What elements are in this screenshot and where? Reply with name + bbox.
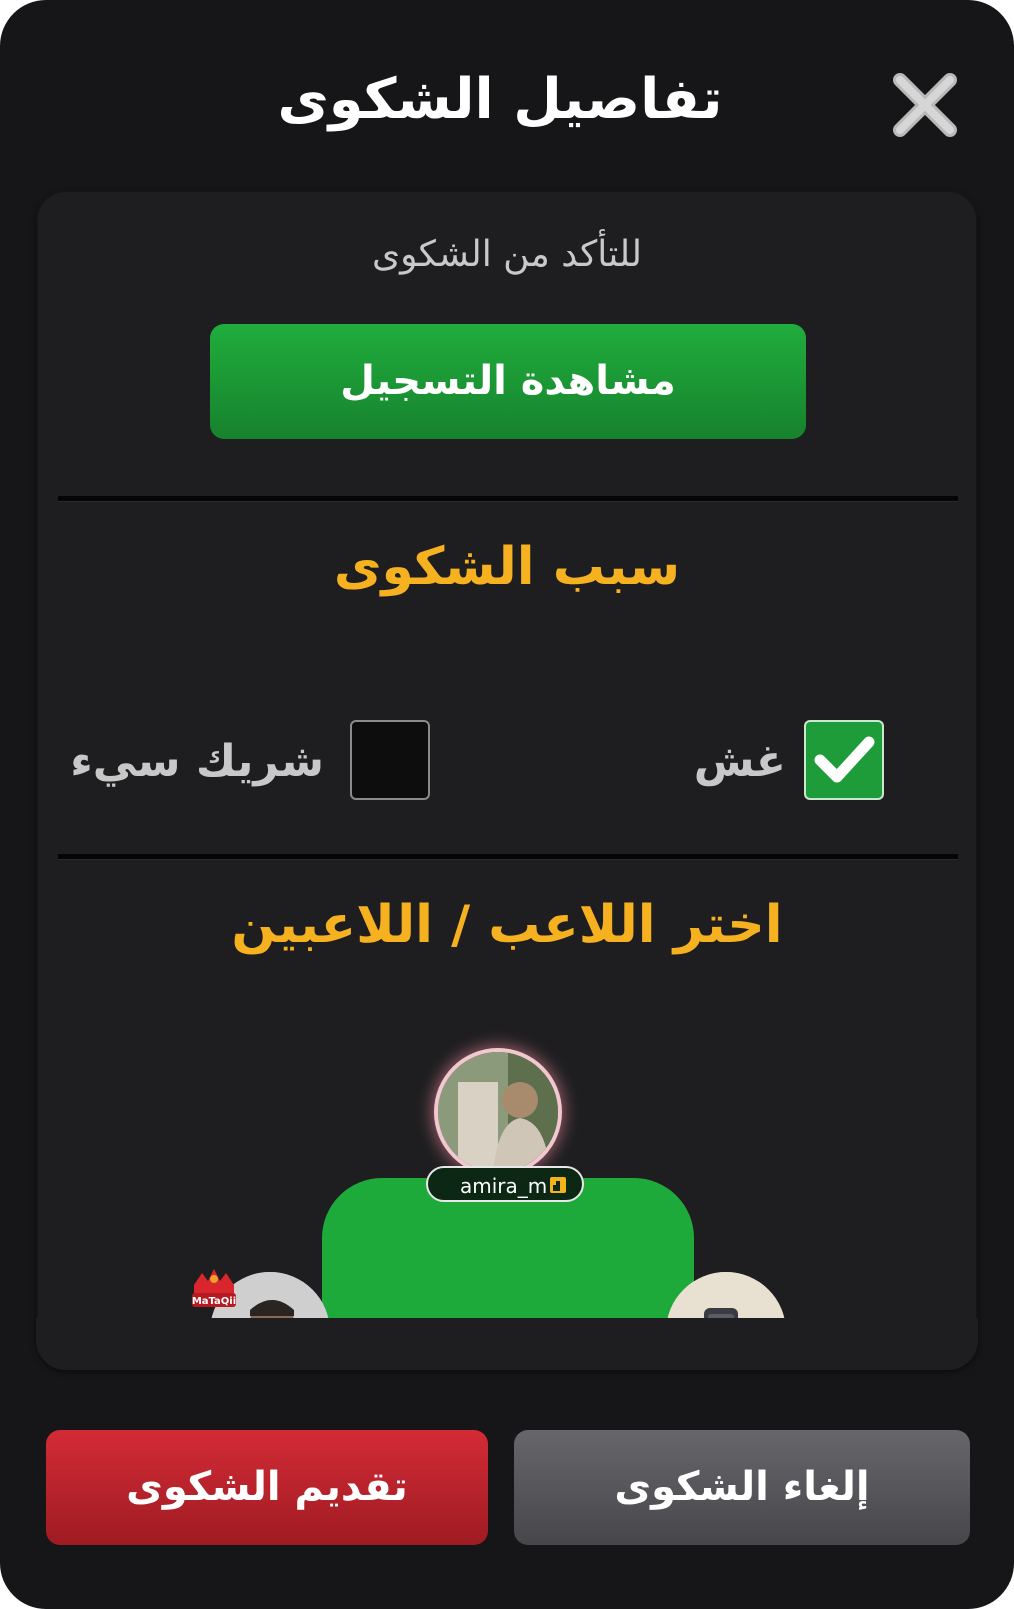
watch-recording-button[interactable]: مشاهدة التسجيل xyxy=(210,324,806,439)
checkbox-checked[interactable] xyxy=(804,720,884,800)
reason-option-bad-partner[interactable]: شريك سيء xyxy=(70,720,442,804)
checkbox-unchecked[interactable] xyxy=(350,720,430,800)
reason-label-cheating: غش xyxy=(693,736,786,787)
divider xyxy=(58,496,958,502)
mataqii-logo: MaTaQii xyxy=(190,1265,238,1313)
divider xyxy=(58,854,958,860)
dialog-title: تفاصيل الشكوى xyxy=(277,67,723,132)
id-badge-icon xyxy=(550,1177,566,1193)
cancel-complaint-button[interactable]: إلغاء الشكوى xyxy=(514,1430,970,1545)
avatar-photo xyxy=(438,1052,558,1172)
player-name: amira_m xyxy=(460,1174,548,1198)
close-x-icon xyxy=(893,73,957,137)
close-button[interactable] xyxy=(890,70,960,140)
complaint-panel: للتأكد من الشكوى مشاهدة التسجيل سبب الشك… xyxy=(36,190,978,1370)
player-name-tag[interactable]: amira_m xyxy=(426,1166,584,1202)
reason-label-bad-partner: شريك سيء xyxy=(70,736,324,787)
complaint-dialog: تفاصيل الشكوى للتأكد من الشكوى مشاهدة ال… xyxy=(0,0,1014,1609)
players-heading: اختر اللاعب / اللاعبين xyxy=(231,895,783,955)
verification-hint: للتأكد من الشكوى xyxy=(371,234,643,275)
submit-complaint-button[interactable]: تقديم الشكوى xyxy=(46,1430,488,1545)
panel-footer-edge xyxy=(36,1318,978,1370)
reason-option-cheating[interactable]: غش xyxy=(693,720,896,804)
checkmark-icon xyxy=(814,736,875,783)
reason-heading: سبب الشكوى xyxy=(333,537,681,597)
player-avatar-top[interactable] xyxy=(438,1052,558,1172)
svg-text:MaTaQii: MaTaQii xyxy=(192,1296,236,1307)
